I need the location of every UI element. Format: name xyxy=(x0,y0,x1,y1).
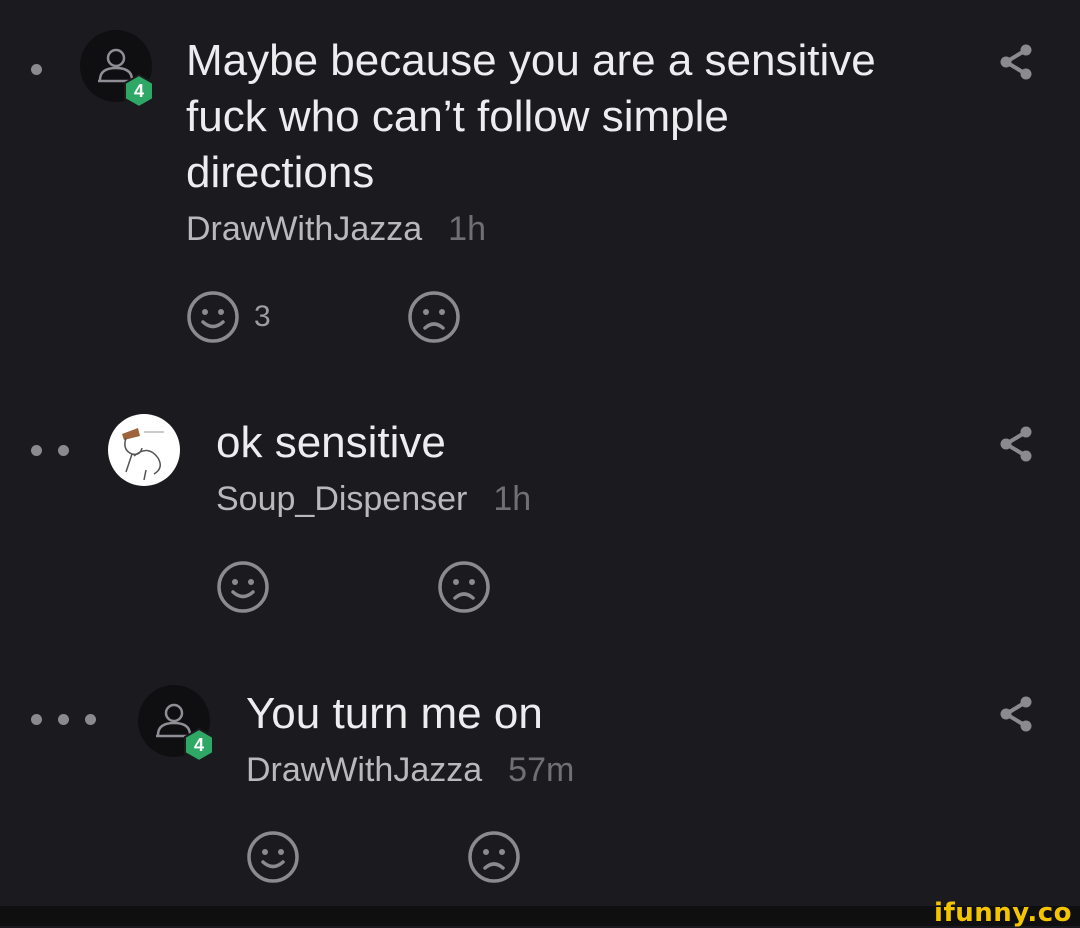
share-icon xyxy=(1000,696,1032,732)
smile-icon xyxy=(187,291,239,343)
username[interactable]: DrawWithJazza xyxy=(186,209,422,249)
depth-dot xyxy=(31,64,42,75)
drawing-avatar xyxy=(122,428,164,481)
smile-reaction[interactable]: 3 xyxy=(186,290,271,344)
unsmile-reaction[interactable] xyxy=(407,290,461,344)
ifunny-watermark: ifunny.co xyxy=(934,898,1072,928)
share-button[interactable] xyxy=(996,424,1036,469)
level-badge: 4 xyxy=(183,728,215,762)
comment-meta: DrawWithJazza 57m xyxy=(246,750,574,790)
comment-text: ok sensitive xyxy=(216,418,446,467)
depth-dot xyxy=(58,445,69,456)
share-button[interactable] xyxy=(996,42,1036,87)
comment-text: Maybe because you are a sensitive fuck w… xyxy=(186,36,876,197)
watermark-bar: ifunny.co xyxy=(0,898,1080,928)
smile-icon xyxy=(217,561,269,613)
comment-text: You turn me on xyxy=(246,689,543,738)
depth-dot xyxy=(31,714,42,725)
level-badge: 4 xyxy=(123,74,155,108)
comment-meta: DrawWithJazza 1h xyxy=(186,209,486,249)
frown-icon xyxy=(468,831,520,883)
depth-dot xyxy=(85,714,96,725)
smile-count: 3 xyxy=(254,300,271,333)
timestamp: 1h xyxy=(448,210,486,248)
thread-depth-indicator xyxy=(31,64,42,75)
username[interactable]: DrawWithJazza xyxy=(246,750,482,790)
avatar[interactable] xyxy=(108,414,180,486)
unsmile-reaction[interactable] xyxy=(467,830,521,884)
smile-reaction[interactable] xyxy=(216,560,284,614)
share-icon xyxy=(1000,44,1032,80)
share-button[interactable] xyxy=(996,694,1036,739)
thread-depth-indicator xyxy=(31,445,69,456)
smile-icon xyxy=(247,831,299,883)
timestamp: 1h xyxy=(493,480,532,518)
timestamp: 57m xyxy=(508,751,575,789)
unsmile-reaction[interactable] xyxy=(437,560,491,614)
comment-meta: Soup_Dispenser 1h xyxy=(216,479,531,519)
smile-reaction[interactable] xyxy=(246,830,314,884)
thread-depth-indicator xyxy=(31,714,96,725)
depth-dot xyxy=(58,714,69,725)
frown-icon xyxy=(408,291,460,343)
depth-dot xyxy=(31,445,42,456)
share-icon xyxy=(1000,426,1032,462)
username[interactable]: Soup_Dispenser xyxy=(216,479,467,519)
frown-icon xyxy=(438,561,490,613)
